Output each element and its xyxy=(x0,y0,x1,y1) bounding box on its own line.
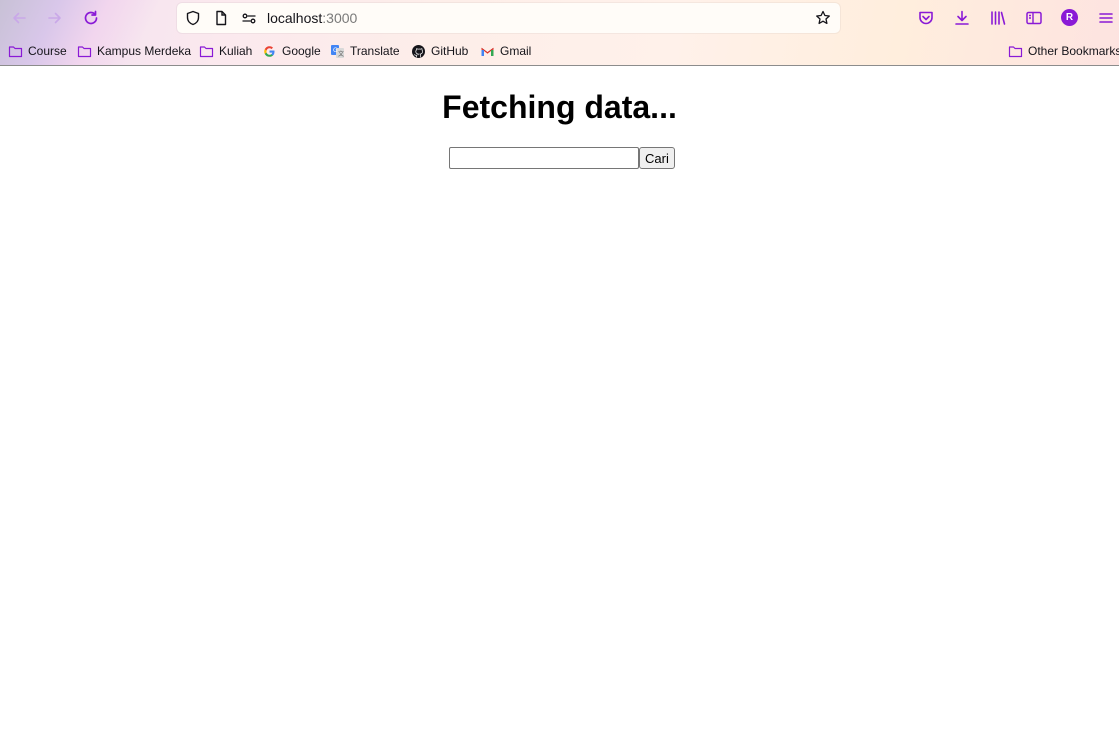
sidebar-icon xyxy=(1026,11,1042,25)
page-title: Fetching data... xyxy=(442,89,677,125)
bookmark-label: Course xyxy=(28,44,67,58)
bookmark-google[interactable]: Google xyxy=(262,42,321,60)
bookmark-label: Google xyxy=(282,44,321,58)
translate-icon: G文 xyxy=(330,44,345,59)
bookmark-kuliah[interactable]: Kuliah xyxy=(199,42,252,60)
bookmark-kampus-merdeka[interactable]: Kampus Merdeka xyxy=(77,42,191,60)
bookmark-label: Gmail xyxy=(500,44,532,58)
bookmark-other-bookmarks[interactable]: Other Bookmarks xyxy=(1008,42,1119,60)
menu-icon xyxy=(1099,13,1113,23)
account-avatar[interactable]: R xyxy=(1061,9,1078,26)
bookmark-label: Kampus Merdeka xyxy=(97,44,192,58)
search-input[interactable] xyxy=(449,147,639,169)
bookmark-translate[interactable]: G文 Translate xyxy=(330,42,400,60)
back-button[interactable] xyxy=(7,6,31,30)
browser-toolbar: localhost:3000 R Course Kampus Merdeka K… xyxy=(0,0,1119,66)
folder-icon xyxy=(1008,44,1023,59)
search-form: Cari xyxy=(449,147,675,169)
pocket-button[interactable] xyxy=(914,6,938,30)
bookmark-label: Kuliah xyxy=(219,44,253,58)
bookmark-label: Translate xyxy=(350,44,400,58)
google-icon xyxy=(262,44,277,59)
url-port: :3000 xyxy=(322,10,358,26)
bookmark-github[interactable]: GitHub xyxy=(411,42,468,60)
shield-icon[interactable] xyxy=(184,9,202,27)
reload-button[interactable] xyxy=(79,6,103,30)
bookmark-star-icon[interactable] xyxy=(814,9,832,27)
downloads-icon xyxy=(955,10,969,25)
url-text[interactable]: localhost:3000 xyxy=(267,10,357,26)
search-button[interactable]: Cari xyxy=(639,147,675,169)
address-bar[interactable]: localhost:3000 xyxy=(177,3,840,33)
folder-icon xyxy=(77,44,92,59)
library-icon xyxy=(991,11,1006,25)
forward-button[interactable] xyxy=(43,6,67,30)
github-icon xyxy=(411,44,426,59)
back-icon xyxy=(13,12,26,24)
folder-icon xyxy=(8,44,23,59)
gmail-icon xyxy=(480,44,495,59)
bookmark-label: Other Bookmarks xyxy=(1028,44,1119,58)
bookmark-course[interactable]: Course xyxy=(8,42,67,60)
bookmark-gmail[interactable]: Gmail xyxy=(480,42,531,60)
bookmarks-toolbar: Course Kampus Merdeka Kuliah Google G文 T… xyxy=(0,40,1119,62)
library-button[interactable] xyxy=(986,6,1010,30)
downloads-button[interactable] xyxy=(950,6,974,30)
folder-icon xyxy=(199,44,214,59)
forward-icon xyxy=(48,12,61,24)
menu-button[interactable] xyxy=(1094,6,1118,30)
svg-text:文: 文 xyxy=(338,50,344,58)
url-host: localhost xyxy=(267,10,323,26)
reload-icon xyxy=(84,10,98,25)
bookmark-label: GitHub xyxy=(431,44,469,58)
pocket-icon xyxy=(919,11,933,25)
sidebar-button[interactable] xyxy=(1022,6,1046,30)
page-content: Fetching data... Cari xyxy=(0,67,1119,729)
permissions-icon[interactable] xyxy=(240,9,258,27)
page-icon[interactable] xyxy=(212,9,230,27)
